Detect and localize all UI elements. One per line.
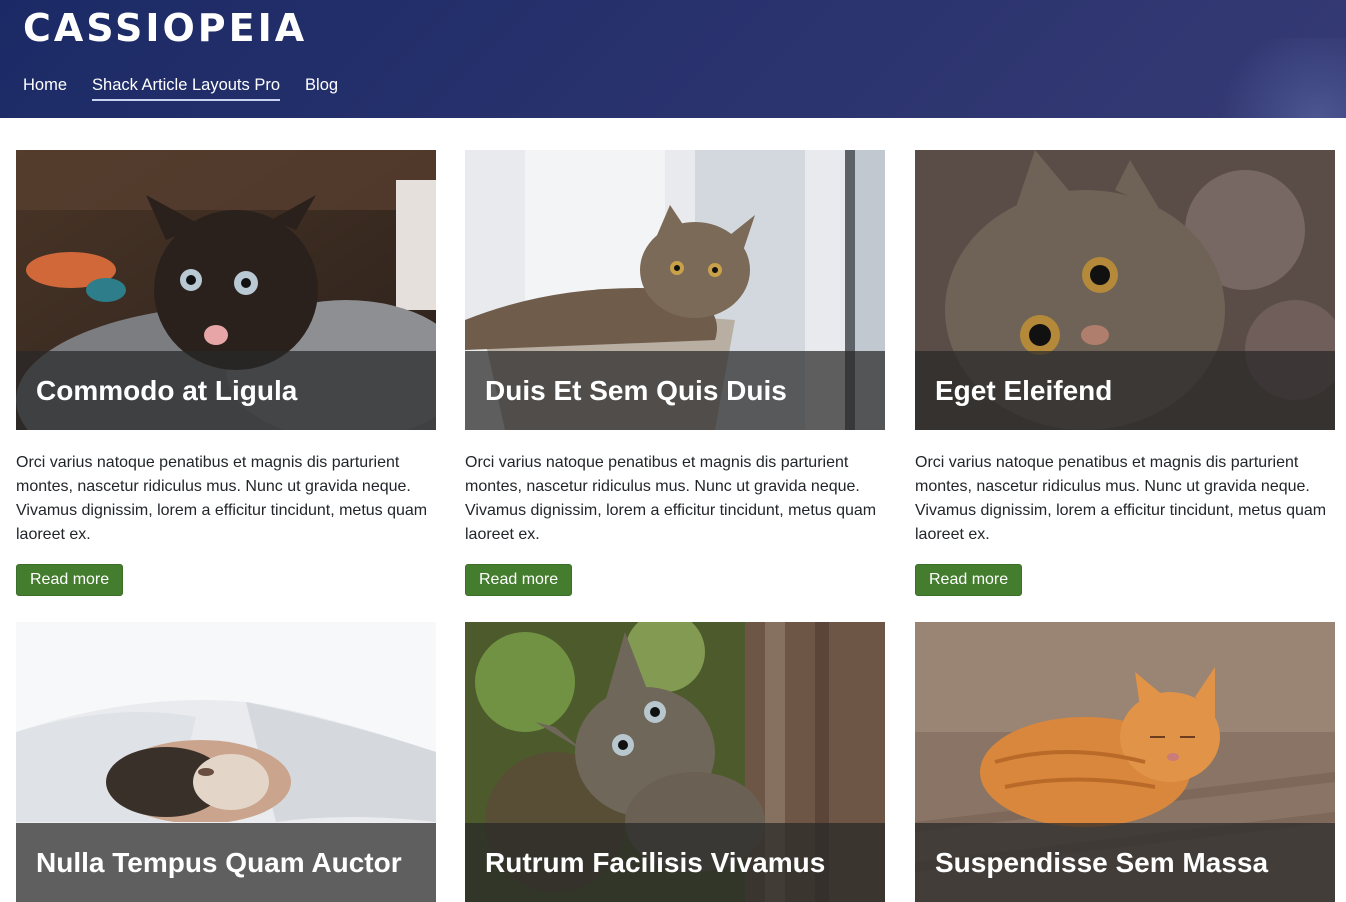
article-card: Commodo at Ligula Orci varius natoque pe… (16, 150, 436, 596)
nav-item-shack-article-layouts-pro[interactable]: Shack Article Layouts Pro (92, 74, 281, 101)
article-title[interactable]: Rutrum Facilisis Vivamus (485, 846, 825, 880)
article-card: Suspendisse Sem Massa (915, 622, 1335, 902)
article-image-tabby-closeup[interactable]: Eget Eleifend (915, 150, 1335, 430)
article-title[interactable]: Suspendisse Sem Massa (935, 846, 1268, 880)
article-title[interactable]: Eget Eleifend (935, 374, 1112, 408)
article-excerpt: Orci varius natoque penatibus et magnis … (465, 454, 877, 543)
read-more-button[interactable]: Read more (16, 564, 124, 596)
nav-item-blog[interactable]: Blog (305, 74, 338, 101)
article-card: Nulla Tempus Quam Auctor (16, 622, 436, 902)
article-title[interactable]: Duis Et Sem Quis Duis (485, 374, 787, 408)
article-image-orange-cat[interactable]: Suspendisse Sem Massa (915, 622, 1335, 902)
article-card: Duis Et Sem Quis Duis Orci varius natoqu… (465, 150, 885, 596)
main-nav: Home Shack Article Layouts Pro Blog (23, 74, 338, 101)
article-excerpt: Orci varius natoque penatibus et magnis … (16, 454, 428, 543)
article-title[interactable]: Nulla Tempus Quam Auctor (36, 846, 402, 880)
article-image-black-kitten[interactable]: Commodo at Ligula (16, 150, 436, 430)
read-more-button[interactable]: Read more (915, 564, 1023, 596)
article-card: Rutrum Facilisis Vivamus (465, 622, 885, 902)
article-image-cat-under-duvet[interactable]: Nulla Tempus Quam Auctor (16, 622, 436, 902)
site-header: CASSIOPEIA Home Shack Article Layouts Pr… (0, 0, 1346, 118)
article-image-tabby-kitten-tree[interactable]: Rutrum Facilisis Vivamus (465, 622, 885, 902)
header-decoration (1206, 38, 1346, 118)
site-logo[interactable]: CASSIOPEIA (23, 6, 307, 50)
article-title[interactable]: Commodo at Ligula (36, 374, 297, 408)
article-excerpt: Orci varius natoque penatibus et magnis … (915, 454, 1327, 543)
article-card: Eget Eleifend Orci varius natoque penati… (915, 150, 1335, 596)
read-more-button[interactable]: Read more (465, 564, 573, 596)
article-image-tabby-basket[interactable]: Duis Et Sem Quis Duis (465, 150, 885, 430)
nav-item-home[interactable]: Home (23, 74, 67, 101)
